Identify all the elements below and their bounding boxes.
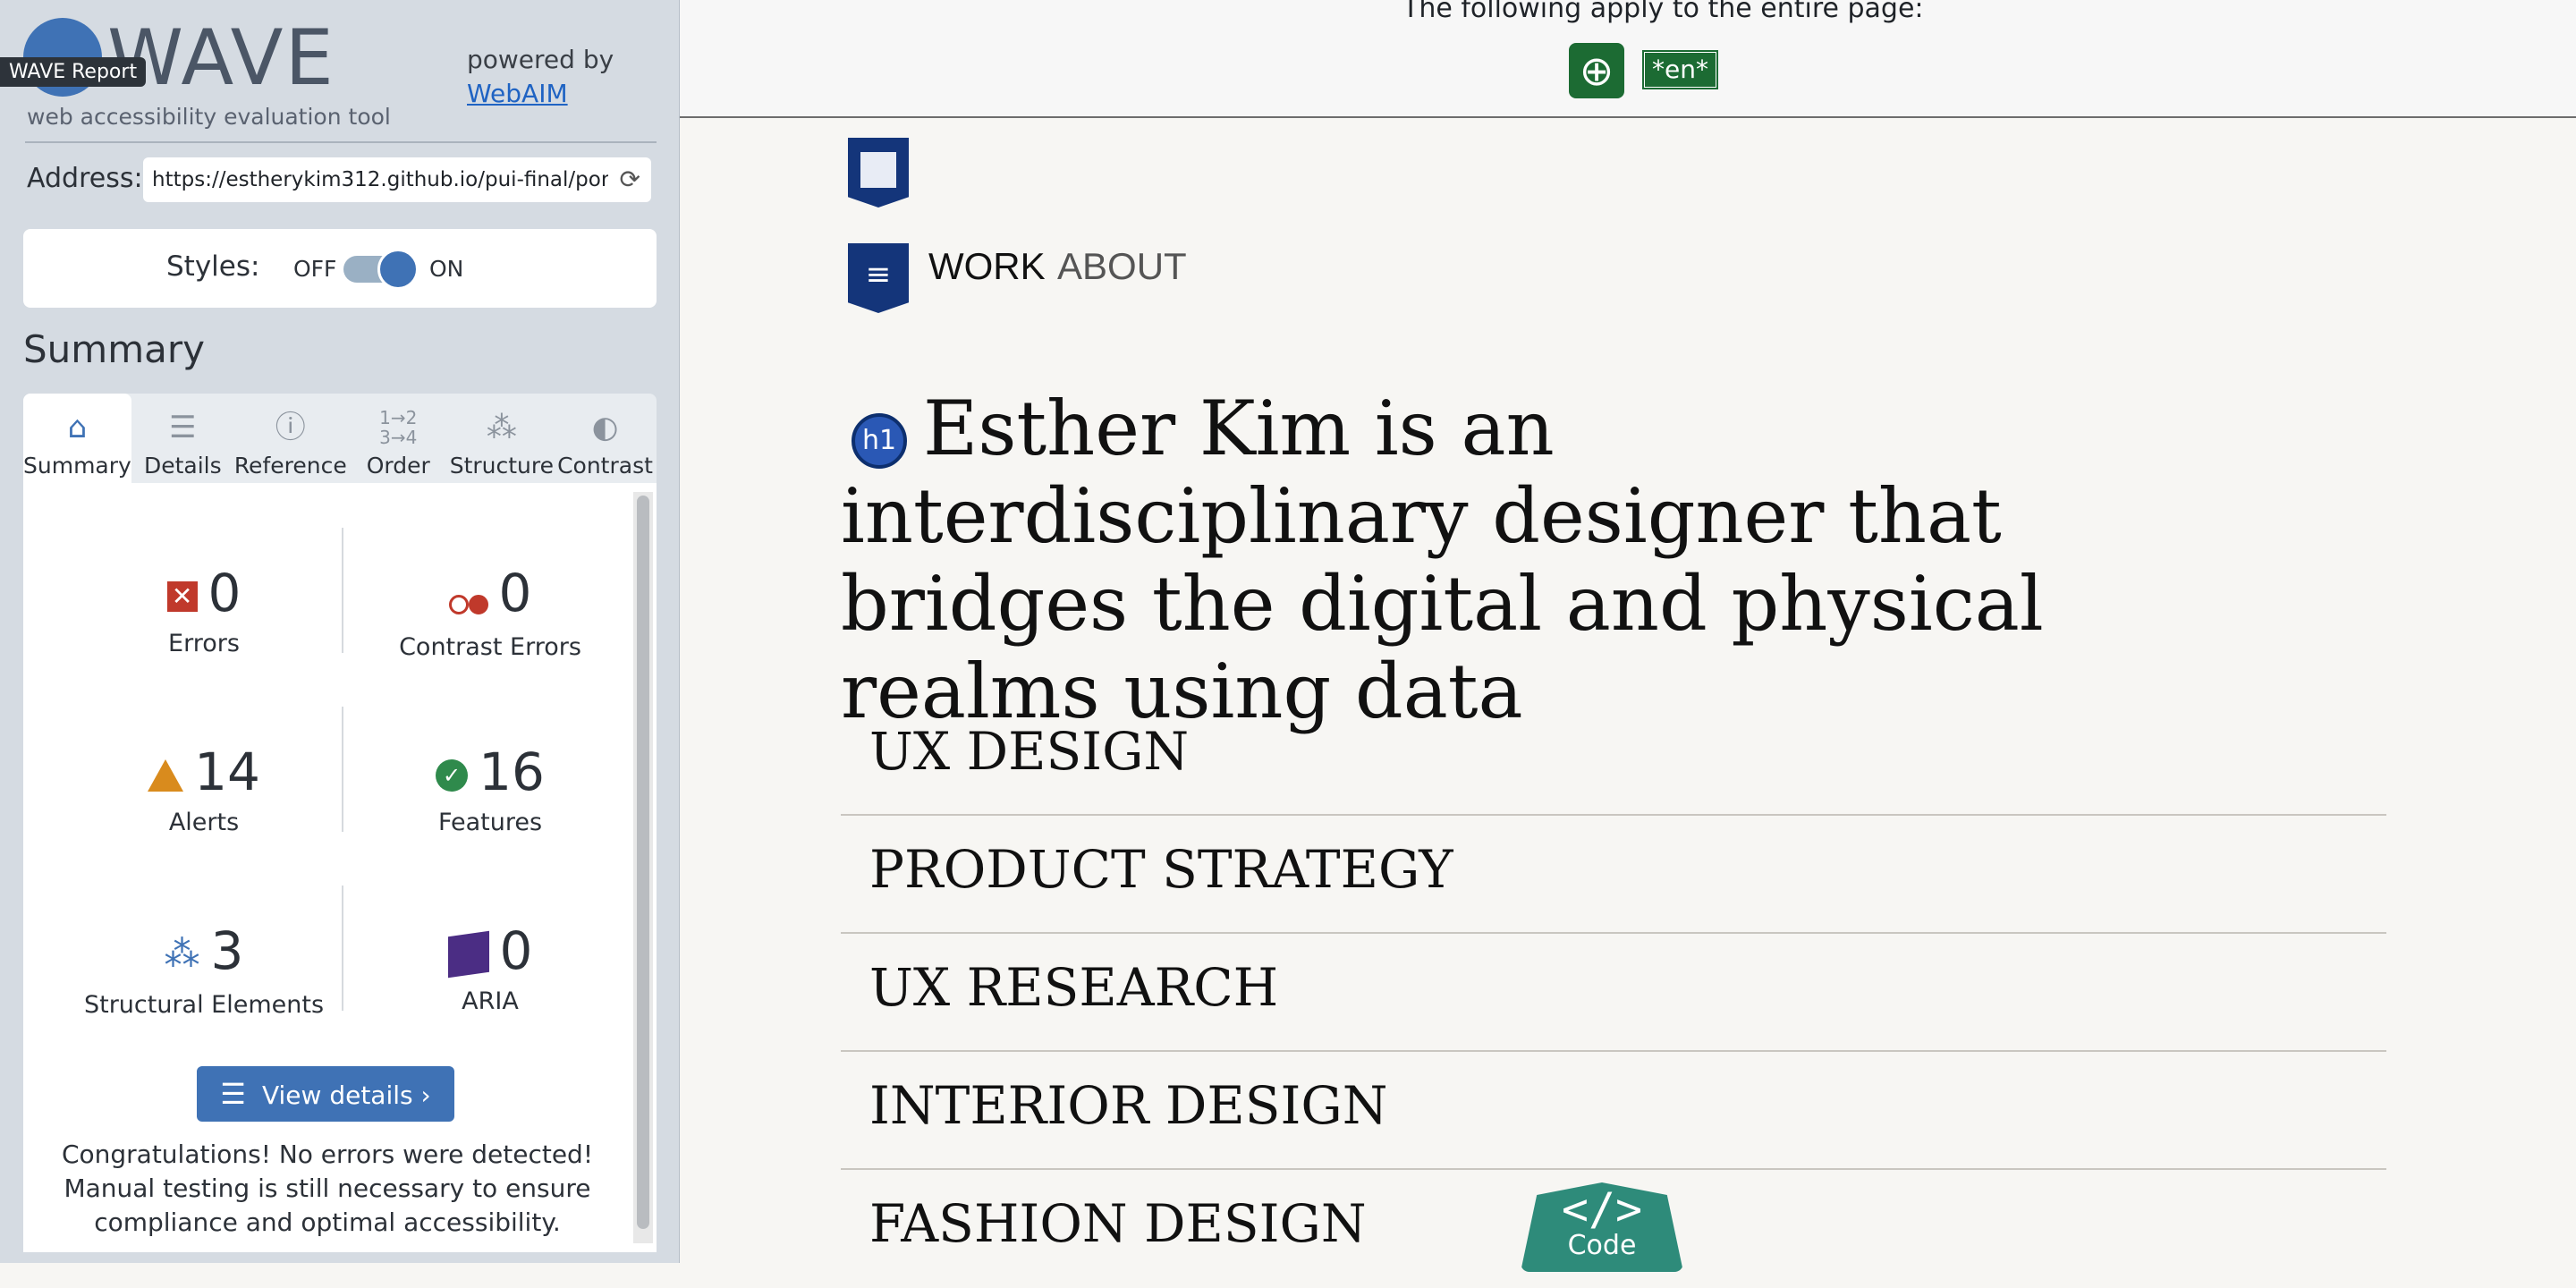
styles-label: Styles: <box>166 250 260 283</box>
stat-aria[interactable]: 0 ARIA <box>356 919 624 1015</box>
code-button[interactable]: </> Code <box>1521 1182 1683 1272</box>
aria-count: 0 <box>499 920 533 981</box>
contrast-errors-label: Contrast Errors <box>399 632 581 661</box>
tab-label: Reference <box>233 453 347 479</box>
webaim-link[interactable]: WebAIM <box>467 77 614 111</box>
nav-work-link[interactable]: WORK <box>928 245 1046 288</box>
aria-icon <box>447 930 489 979</box>
code-label: Code <box>1567 1230 1637 1261</box>
alerts-label: Alerts <box>168 809 240 836</box>
contrast-icon: ◐ <box>591 410 619 445</box>
stat-features[interactable]: ✓ 16 Features <box>356 741 624 836</box>
tab-label: Summary <box>23 453 131 479</box>
language-tag[interactable]: *en* <box>1642 50 1718 89</box>
tab-label: Structure <box>449 453 554 479</box>
stat-divider <box>342 886 343 1011</box>
structural-count: 3 <box>210 920 244 981</box>
address-label: Address: <box>27 163 143 194</box>
nav-lines-icon: ≡ <box>865 257 892 292</box>
h1-badge-icon[interactable]: h1 <box>852 413 907 469</box>
aria-label: ARIA <box>462 987 519 1015</box>
wave-sidebar: WAVE WAVE Report web accessibility evalu… <box>0 0 680 1263</box>
tab-order[interactable]: 1→2 3→4 Order <box>347 394 450 483</box>
info-icon: ⓘ <box>275 410 306 445</box>
category-interior-design[interactable]: INTERIOR DESIGN <box>841 1052 2386 1170</box>
tab-details[interactable]: ☰ Details <box>131 394 234 483</box>
tab-summary[interactable]: ⌂ Summary <box>23 394 131 483</box>
order-icon: 1→2 3→4 <box>379 407 418 448</box>
stat-contrast-errors[interactable]: 0 Contrast Errors <box>356 562 624 661</box>
panel-tabs: ⌂ Summary ☰ Details ⓘ Reference 1→2 3→4 O… <box>23 394 657 483</box>
feature-check-icon: ✓ <box>436 758 469 792</box>
powered-by-label: powered by <box>467 45 614 74</box>
tab-reference[interactable]: ⓘ Reference <box>234 394 347 483</box>
structure-icon: ⁂ <box>486 410 517 445</box>
category-ux-design[interactable]: UX DESIGN <box>841 698 2386 816</box>
badge-inner <box>860 152 896 188</box>
scrollbar-thumb[interactable] <box>637 496 649 1229</box>
tab-structure[interactable]: ⁂ Structure <box>450 394 554 483</box>
stat-divider <box>342 707 343 832</box>
home-icon: ⌂ <box>67 410 88 445</box>
divider <box>25 141 657 143</box>
congrats-message: Congratulations! No errors were detected… <box>61 1140 594 1237</box>
reload-icon[interactable]: ⟳ <box>620 157 640 202</box>
contrast-error-icon <box>448 565 488 628</box>
tab-label: Details <box>143 453 222 479</box>
errors-count: 0 <box>208 563 242 623</box>
apply-text: The following apply to the entire page: <box>1402 0 1924 24</box>
address-value: https://estherykim312.github.io/pui-fina… <box>152 168 608 191</box>
stat-divider <box>342 528 343 653</box>
wave-report-tooltip: WAVE Report <box>0 57 147 87</box>
summary-content: ✕ 0 Errors 0 Contrast Errors 14 Alerts ✓ 1… <box>23 483 657 1252</box>
alert-icon <box>148 758 184 792</box>
stat-structural[interactable]: ⁂ 3 Structural Elements <box>70 919 338 1019</box>
errors-label: Errors <box>168 630 240 657</box>
stat-errors[interactable]: ✕ 0 Errors <box>70 562 338 657</box>
nav-about-link[interactable]: ABOUT <box>1057 245 1187 288</box>
error-icon: ✕ <box>166 580 198 612</box>
page-level-bar: The following apply to the entire page: … <box>680 0 2576 118</box>
features-label: Features <box>437 809 543 836</box>
alerts-count: 14 <box>194 741 260 802</box>
stat-alerts[interactable]: 14 Alerts <box>70 741 338 836</box>
styles-toggle-knob[interactable] <box>377 249 419 290</box>
list-icon: ☰ <box>169 410 197 445</box>
view-details-label: View details › <box>261 1080 431 1110</box>
navigation-badge-icon[interactable]: ≡ <box>848 243 909 313</box>
view-details-button[interactable]: ☰ View details › <box>197 1066 454 1122</box>
panel-scrollbar[interactable] <box>633 492 653 1243</box>
tab-contrast[interactable]: ◐ Contrast <box>554 394 657 483</box>
tab-label: Order <box>366 453 430 479</box>
globe-icon[interactable]: ⊕ <box>1569 43 1624 98</box>
features-count: 16 <box>479 741 545 802</box>
address-input[interactable]: https://estherykim312.github.io/pui-fina… <box>143 157 651 202</box>
styles-toggle-card: Styles: OFF ON <box>23 229 657 308</box>
structure-badge-icon[interactable] <box>848 138 909 208</box>
category-ux-research[interactable]: UX RESEARCH <box>841 934 2386 1052</box>
contrast-errors-count: 0 <box>498 563 532 623</box>
structure-icon: ⁂ <box>164 933 200 975</box>
tagline: web accessibility evaluation tool <box>27 104 391 130</box>
powered-by: powered by WebAIM <box>467 43 614 111</box>
styles-off-label: OFF <box>293 256 337 282</box>
summary-heading: Summary <box>23 327 205 371</box>
structural-label: Structural Elements <box>83 990 325 1019</box>
list-icon: ☰ <box>220 1077 246 1111</box>
hero-heading: Esther Kim is an interdisciplinary desig… <box>841 385 2044 735</box>
category-product-strategy[interactable]: PRODUCT STRATEGY <box>841 816 2386 934</box>
tab-label: Contrast <box>557 453 653 479</box>
styles-on-label: ON <box>429 256 464 282</box>
